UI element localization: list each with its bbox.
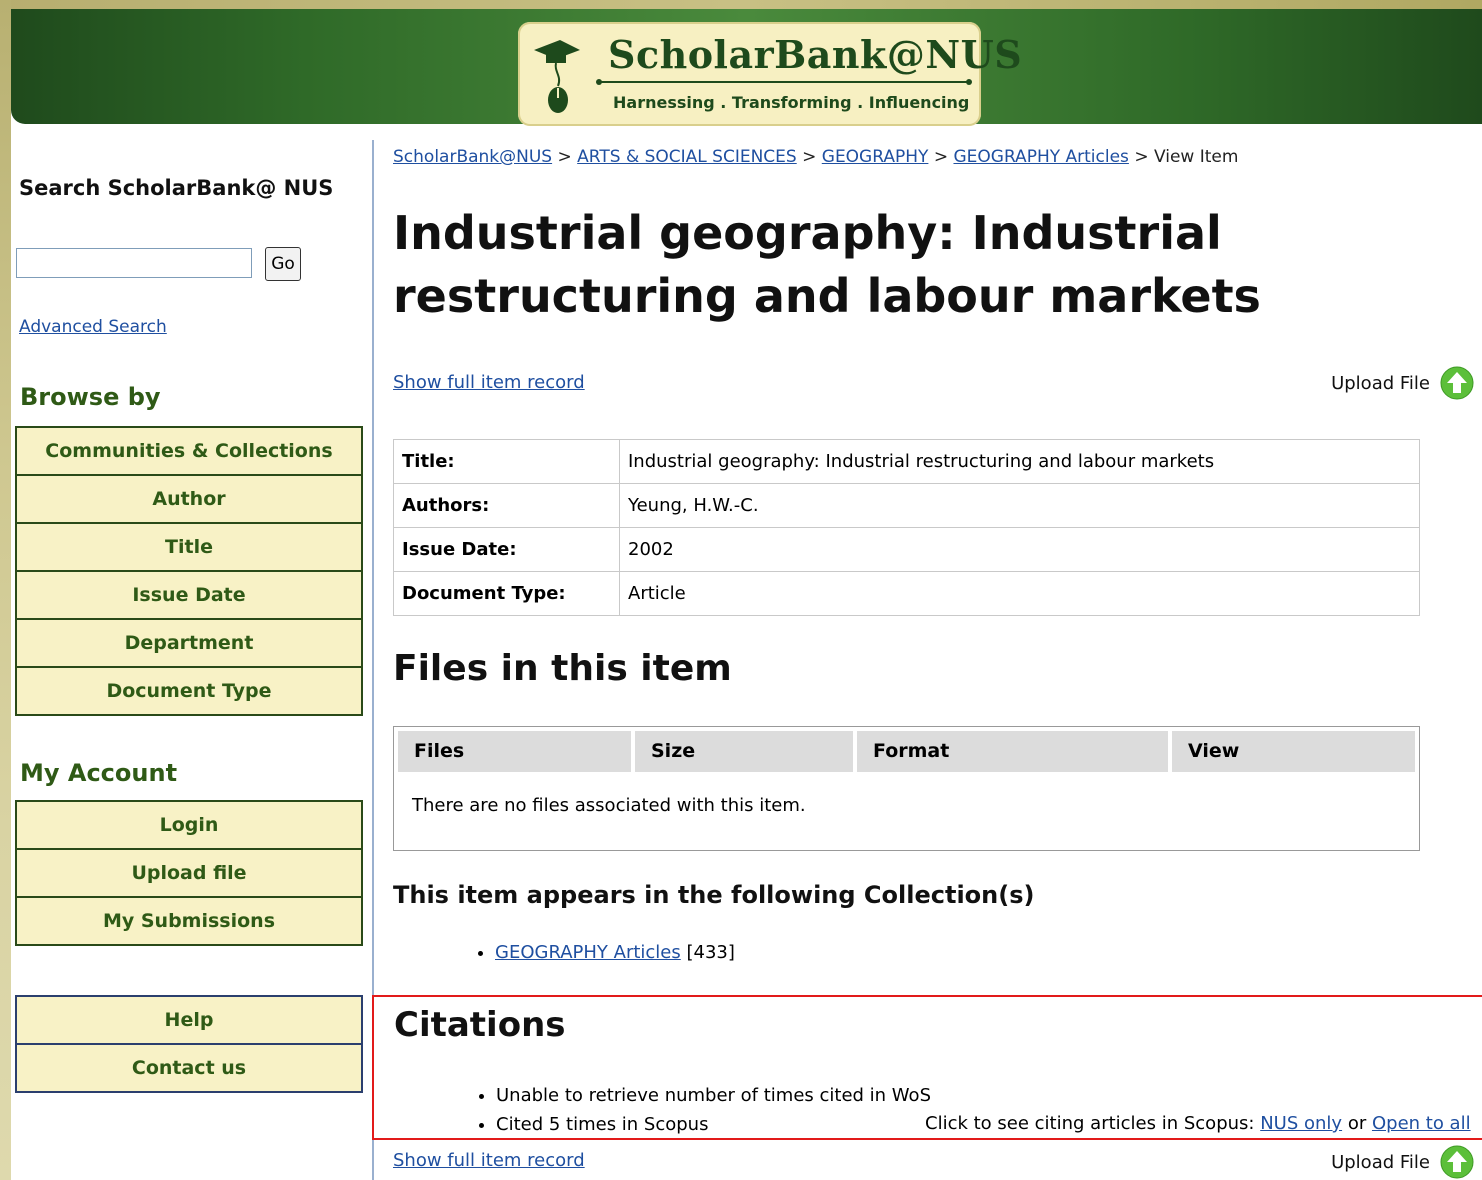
list-item: GEOGRAPHY Articles [433] bbox=[495, 942, 735, 963]
breadcrumb: ScholarBank@NUS > ARTS & SOCIAL SCIENCES… bbox=[393, 147, 1238, 167]
upload-file-label: Upload File bbox=[1331, 1151, 1430, 1173]
table-row: Authors: Yeung, H.W.-C. bbox=[393, 483, 1420, 528]
search-heading: Search ScholarBank@ NUS bbox=[19, 176, 334, 200]
breadcrumb-home[interactable]: ScholarBank@NUS bbox=[393, 147, 552, 167]
table-row: Document Type: Article bbox=[393, 571, 1420, 616]
collections-heading: This item appears in the following Colle… bbox=[393, 881, 1035, 909]
breadcrumb-separator: > bbox=[1134, 147, 1149, 167]
browse-document-type[interactable]: Document Type bbox=[17, 668, 361, 714]
sidebar: Search ScholarBank@ NUS Go Advanced Sear… bbox=[11, 124, 373, 1180]
window-frame-left bbox=[0, 0, 11, 1180]
account-heading: My Account bbox=[20, 759, 178, 787]
collection-count: [433] bbox=[686, 942, 735, 963]
site-logo[interactable]: ScholarBank@NUS Harnessing . Transformin… bbox=[518, 22, 1022, 126]
column-header-size: Size bbox=[635, 731, 853, 772]
browse-department[interactable]: Department bbox=[17, 620, 361, 668]
metadata-label: Document Type: bbox=[393, 571, 620, 616]
breadcrumb-community[interactable]: ARTS & SOCIAL SCIENCES bbox=[577, 147, 797, 167]
metadata-label: Authors: bbox=[393, 483, 620, 528]
scopus-citation-count: Cited 5 times in Scopus bbox=[496, 1114, 709, 1135]
browse-communities-collections[interactable]: Communities & Collections bbox=[17, 428, 361, 476]
graduation-cap-mouse-icon bbox=[534, 40, 580, 113]
table-row: Issue Date: 2002 bbox=[393, 527, 1420, 572]
metadata-value: Industrial geography: Industrial restruc… bbox=[619, 439, 1420, 484]
open-to-all-link[interactable]: Open to all bbox=[1372, 1113, 1471, 1134]
metadata-value: Yeung, H.W.-C. bbox=[619, 483, 1420, 528]
files-heading: Files in this item bbox=[393, 648, 732, 689]
browse-issue-date[interactable]: Issue Date bbox=[17, 572, 361, 620]
column-header-format: Format bbox=[857, 731, 1168, 772]
or-text: or bbox=[1347, 1113, 1367, 1134]
help-menu: Help Contact us bbox=[15, 995, 363, 1093]
upload-arrow-icon bbox=[1440, 366, 1474, 400]
logo-divider bbox=[596, 79, 972, 85]
list-item: Cited 5 times in Scopus bbox=[496, 1110, 931, 1139]
collections-list: GEOGRAPHY Articles [433] bbox=[473, 942, 735, 963]
metadata-label: Issue Date: bbox=[393, 527, 620, 572]
wos-citation-status: Unable to retrieve number of times cited… bbox=[496, 1085, 931, 1106]
citations-list: Unable to retrieve number of times cited… bbox=[474, 1081, 931, 1139]
files-table-header: Files Size Format View bbox=[398, 731, 1415, 772]
contact-us-link[interactable]: Contact us bbox=[17, 1045, 361, 1091]
nus-only-link[interactable]: NUS only bbox=[1260, 1113, 1342, 1134]
metadata-table: Title: Industrial geography: Industrial … bbox=[393, 439, 1420, 616]
help-link[interactable]: Help bbox=[17, 997, 361, 1045]
no-files-message: There are no files associated with this … bbox=[412, 795, 806, 816]
page-title: Industrial geography: Industrial restruc… bbox=[393, 206, 1261, 323]
metadata-value: 2002 bbox=[619, 527, 1420, 572]
metadata-label: Title: bbox=[393, 439, 620, 484]
breadcrumb-department[interactable]: GEOGRAPHY bbox=[822, 147, 929, 167]
browse-author[interactable]: Author bbox=[17, 476, 361, 524]
list-item: Unable to retrieve number of times cited… bbox=[496, 1081, 931, 1110]
column-header-view: View bbox=[1172, 731, 1415, 772]
files-table: Files Size Format View There are no file… bbox=[393, 726, 1420, 851]
search-input[interactable] bbox=[16, 248, 252, 278]
my-submissions-link[interactable]: My Submissions bbox=[17, 898, 361, 944]
upload-file-button[interactable]: Upload File bbox=[1331, 366, 1474, 400]
site-name: ScholarBank@NUS bbox=[608, 32, 1023, 77]
table-row: Title: Industrial geography: Industrial … bbox=[393, 439, 1420, 484]
column-header-files: Files bbox=[398, 731, 631, 772]
site-tagline: Harnessing . Transforming . Influencing bbox=[613, 93, 970, 112]
browse-menu: Communities & Collections Author Title I… bbox=[15, 426, 363, 716]
metadata-value: Article bbox=[619, 571, 1420, 616]
site-banner: ScholarBank@NUS Harnessing . Transformin… bbox=[11, 9, 1482, 126]
login-link[interactable]: Login bbox=[17, 802, 361, 850]
breadcrumb-current: View Item bbox=[1153, 147, 1239, 167]
account-menu: Login Upload file My Submissions bbox=[15, 800, 363, 946]
advanced-search-link[interactable]: Advanced Search bbox=[19, 317, 167, 337]
scopus-prompt: Click to see citing articles in Scopus: bbox=[925, 1113, 1255, 1134]
upload-file-link[interactable]: Upload file bbox=[17, 850, 361, 898]
breadcrumb-separator: > bbox=[802, 147, 817, 167]
browse-heading: Browse by bbox=[20, 383, 161, 411]
citations-panel: Citations Unable to retrieve number of t… bbox=[372, 995, 1482, 1140]
citations-heading: Citations bbox=[394, 1005, 566, 1045]
collection-link[interactable]: GEOGRAPHY Articles bbox=[495, 942, 681, 963]
show-full-record-link[interactable]: Show full item record bbox=[393, 372, 585, 393]
upload-file-label: Upload File bbox=[1331, 372, 1430, 394]
go-button[interactable]: Go bbox=[265, 247, 301, 281]
show-full-record-link-bottom[interactable]: Show full item record bbox=[393, 1150, 585, 1171]
breadcrumb-separator: > bbox=[933, 147, 949, 167]
browse-title[interactable]: Title bbox=[17, 524, 361, 572]
breadcrumb-separator: > bbox=[557, 147, 572, 167]
upload-arrow-icon bbox=[1440, 1145, 1474, 1179]
upload-file-button-bottom[interactable]: Upload File bbox=[1331, 1145, 1474, 1179]
scopus-links: Click to see citing articles in Scopus: … bbox=[925, 1109, 1471, 1138]
breadcrumb-collection[interactable]: GEOGRAPHY Articles bbox=[953, 147, 1128, 167]
